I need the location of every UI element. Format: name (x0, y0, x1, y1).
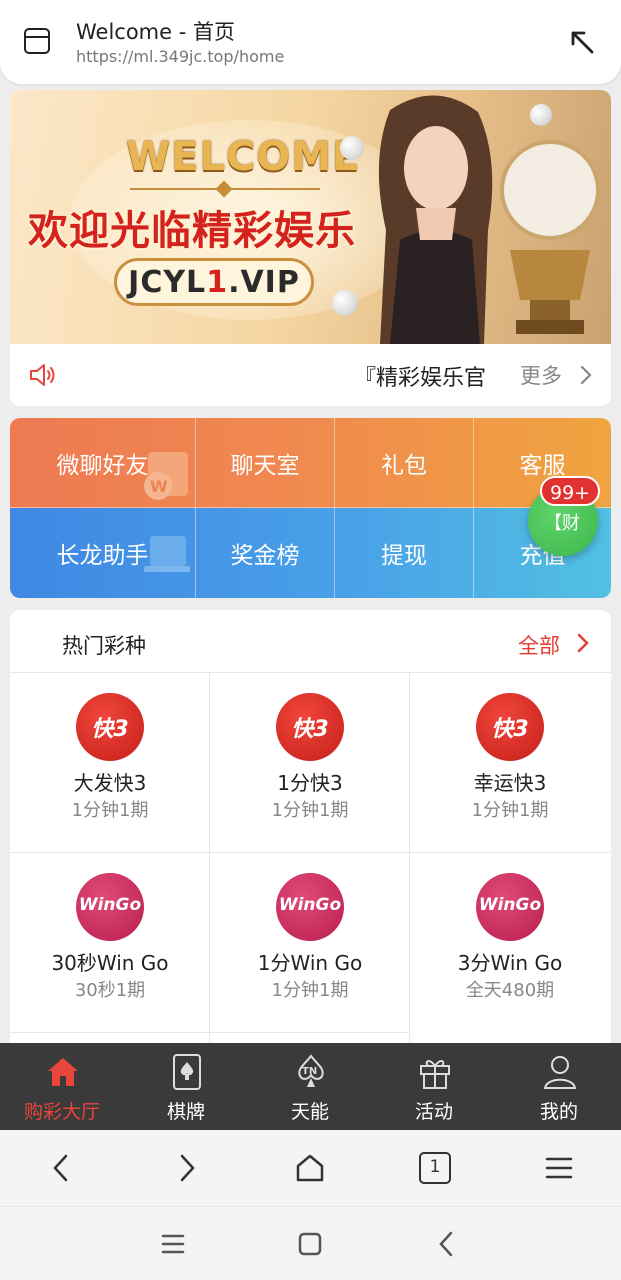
lottery-name: 幸运快3 (473, 771, 547, 795)
lottery-name: 30秒Win Go (51, 951, 169, 975)
lottery-frequency: 全天480期 (465, 980, 555, 1001)
wingo-icon: WinGo (476, 873, 544, 941)
browser-nav-bar: 1 (0, 1130, 621, 1206)
page-content: WELCOME 欢迎光临精彩娱乐 JCYL 1 .VIP 『精彩娱乐官 更多 微… (10, 90, 611, 1043)
quick-menu-row-2: 长龙助手 奖金榜 提现 充值 (10, 508, 611, 598)
laptop-deco-icon (144, 536, 190, 572)
menu-withdraw[interactable]: 提现 (335, 508, 474, 598)
banner-domain-pill: JCYL 1 .VIP (114, 258, 314, 306)
chat-deco-icon: W (144, 452, 188, 500)
lottery-card[interactable] (210, 1032, 410, 1043)
tn-spade-icon: TN (298, 1054, 324, 1087)
lottery-name: 大发快3 (73, 771, 147, 795)
browser-top-bar: Welcome - 首页 https://ml.349jc.top/home (0, 0, 621, 84)
lottery-frequency: 1分钟1期 (71, 800, 149, 821)
promo-banner[interactable]: WELCOME 欢迎光临精彩娱乐 JCYL 1 .VIP (10, 90, 611, 344)
lottery-card[interactable]: WinGo 30秒Win Go 30秒1期 (10, 852, 210, 1032)
nav-mine[interactable]: 我的 (497, 1043, 621, 1130)
menu-gift-pack[interactable]: 礼包 (335, 418, 474, 508)
gift-icon (420, 1060, 450, 1089)
tab-switch-icon[interactable] (24, 28, 50, 54)
banner-headline: 欢迎光临精彩娱乐 (28, 208, 356, 254)
forward-icon[interactable] (170, 1152, 202, 1184)
back-system-icon[interactable] (432, 1229, 462, 1259)
svg-text:TN: TN (302, 1066, 317, 1077)
lottery-frequency: 1分钟1期 (471, 800, 549, 821)
menu-icon[interactable] (543, 1152, 575, 1184)
unread-count-badge: 99+ (540, 476, 601, 506)
nav-activities[interactable]: 活动 (372, 1043, 496, 1130)
cards-icon (173, 1054, 201, 1090)
lottery-name: 1分快3 (277, 771, 343, 795)
page-url[interactable]: https://ml.349jc.top/home (76, 47, 284, 66)
tabs-count-button[interactable]: 1 (419, 1152, 451, 1184)
domain-accent: 1 (206, 264, 229, 300)
home-system-icon[interactable] (295, 1229, 325, 1259)
lottery-card[interactable]: WinGo 3分Win Go 全天480期 (410, 852, 611, 1032)
menu-chat-room[interactable]: 聊天室 (196, 418, 335, 508)
view-all-link[interactable]: 全部 (518, 630, 560, 660)
domain-suffix: .VIP (228, 264, 300, 300)
lottery-name: 1分Win Go (257, 951, 363, 975)
banner-card: WELCOME 欢迎光临精彩娱乐 JCYL 1 .VIP 『精彩娱乐官 更多 (10, 90, 611, 406)
nav-tianneng[interactable]: TN 天能 (248, 1043, 372, 1130)
banner-trophy-image (500, 140, 600, 334)
lottery-frequency: 1分钟1期 (271, 800, 349, 821)
domain-prefix: JCYL (128, 264, 207, 300)
system-nav-bar (0, 1206, 621, 1280)
chevron-right-icon[interactable] (578, 364, 594, 386)
lottery-card[interactable]: 快3 幸运快3 1分钟1期 (410, 672, 611, 852)
menu-bonus-board[interactable]: 奖金榜 (196, 508, 335, 598)
quick-menu-row-1: 微聊好友 聊天室 礼包 客服 W (10, 418, 611, 508)
expand-arrow-icon[interactable] (568, 28, 596, 56)
floating-badge-text: 【财 (544, 513, 580, 534)
hot-lottery-section: 热门彩种 全部 快3 大发快3 1分钟1期 快3 1分快3 1分钟1期 快3 幸… (10, 610, 611, 1043)
page-title: Welcome - 首页 (76, 20, 235, 44)
chevron-right-icon[interactable] (576, 632, 590, 654)
quick-menu-grid: 微聊好友 聊天室 礼包 客服 W 长龙助手 奖金榜 提现 充值 【财 99+ (10, 418, 611, 598)
lottery-card[interactable]: 快3 1分快3 1分钟1期 (210, 672, 410, 852)
notice-more-link[interactable]: 更多 (520, 360, 562, 390)
user-icon (543, 1056, 577, 1089)
banner-divider (130, 188, 320, 192)
lottery-card[interactable]: WinGo 1分Win Go 1分钟1期 (210, 852, 410, 1032)
k3-dice-icon: 快3 (476, 693, 544, 761)
nav-cards[interactable]: 棋牌 (124, 1043, 248, 1130)
recents-icon[interactable] (158, 1229, 188, 1259)
nav-lottery-hall[interactable]: 购彩大厅 (0, 1043, 124, 1130)
app-bottom-nav: 购彩大厅 棋牌 TN 天能 活动 我的 (0, 1043, 621, 1130)
wingo-icon: WinGo (76, 873, 144, 941)
notice-bar[interactable]: 『精彩娱乐官 更多 (10, 344, 611, 406)
lottery-frequency: 1分钟1期 (271, 980, 349, 1001)
lottery-frequency: 30秒1期 (74, 980, 146, 1001)
k3-dice-icon: 快3 (276, 693, 344, 761)
speaker-icon (30, 364, 55, 386)
k3-dice-icon: 快3 (76, 693, 144, 761)
lottery-name: 3分Win Go (457, 951, 563, 975)
banner-welcome: WELCOME (126, 134, 361, 180)
home-browser-icon[interactable] (294, 1152, 326, 1184)
wingo-icon: WinGo (276, 873, 344, 941)
home-icon (48, 1058, 78, 1086)
back-icon[interactable] (46, 1152, 78, 1184)
lottery-card[interactable] (10, 1032, 210, 1043)
svg-text:W: W (150, 477, 168, 496)
hot-section-title: 热门彩种 (62, 634, 146, 658)
notice-marquee-text: 『精彩娱乐官 (354, 366, 487, 391)
lottery-card[interactable]: 快3 大发快3 1分钟1期 (10, 672, 210, 852)
